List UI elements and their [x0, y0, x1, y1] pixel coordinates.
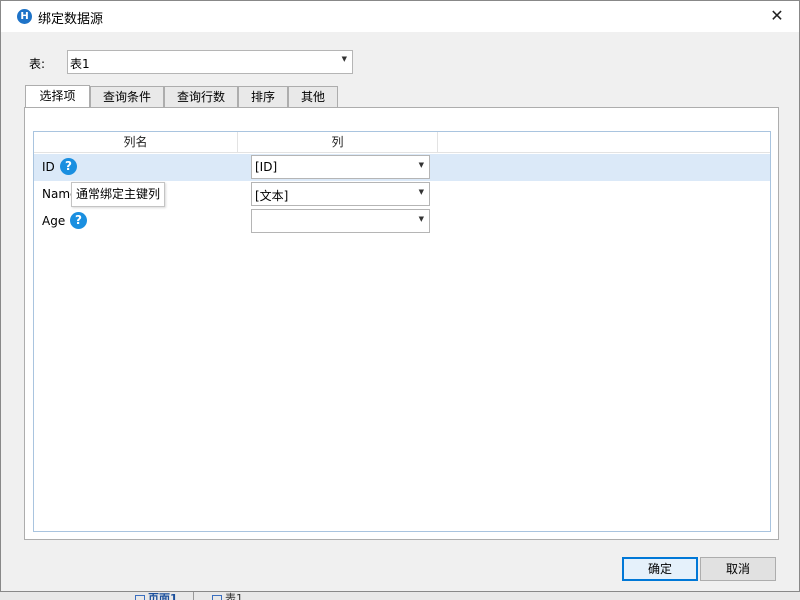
header-column-name: 列名: [34, 132, 238, 153]
tab-sort[interactable]: 排序: [238, 86, 288, 108]
tab-query-conditions[interactable]: 查询条件: [90, 86, 164, 108]
chevron-down-icon: ▼: [418, 215, 424, 223]
chevron-down-icon: ▼: [341, 55, 347, 63]
row-label: ID: [42, 160, 55, 174]
column-select-name[interactable]: [文本] ▼: [251, 182, 430, 206]
column-select-value: [ID]: [255, 160, 278, 174]
column-select-age[interactable]: ▼: [251, 209, 430, 233]
help-icon[interactable]: ?: [60, 158, 77, 175]
table-icon: [212, 594, 222, 600]
close-icon: ✕: [770, 6, 784, 25]
app-logo-icon: H: [17, 9, 32, 24]
column-select-value: [文本]: [255, 189, 289, 203]
table-select[interactable]: 表1 ▼: [67, 50, 353, 74]
tab-other[interactable]: 其他: [288, 86, 338, 108]
column-select-id[interactable]: [ID] ▼: [251, 155, 430, 179]
header-column: 列: [238, 132, 438, 153]
bind-datasource-dialog: H 绑定数据源 ✕ 表: 表1 ▼ 选择项 查询条件 查询行数 排序 其他 列名…: [0, 0, 800, 592]
tab-panel-options: 列名 列 ID ? [ID] ▼ Name [文本] ▼ Age ? ▼: [24, 107, 779, 540]
help-tooltip: 通常绑定主键列: [71, 182, 165, 207]
table-label: 表:: [29, 57, 46, 71]
tab-options[interactable]: 选择项: [25, 85, 90, 108]
grid-header: 列名 列: [34, 132, 770, 153]
tab-query-row-count[interactable]: 查询行数: [164, 86, 238, 108]
title-bar: H 绑定数据源 ✕: [1, 1, 799, 32]
ok-button[interactable]: 确定: [622, 557, 698, 581]
table-row-age[interactable]: Age ? ▼: [34, 208, 770, 235]
chevron-down-icon: ▼: [418, 161, 424, 169]
page-icon: [135, 594, 145, 600]
chevron-down-icon: ▼: [418, 188, 424, 196]
table-row-id[interactable]: ID ? [ID] ▼: [34, 154, 770, 181]
dialog-title: 绑定数据源: [38, 12, 104, 27]
close-button[interactable]: ✕: [765, 5, 789, 27]
cancel-button[interactable]: 取消: [700, 557, 776, 581]
help-icon[interactable]: ?: [70, 212, 87, 229]
table-select-value: 表1: [70, 57, 90, 71]
row-label: Age: [42, 214, 66, 228]
